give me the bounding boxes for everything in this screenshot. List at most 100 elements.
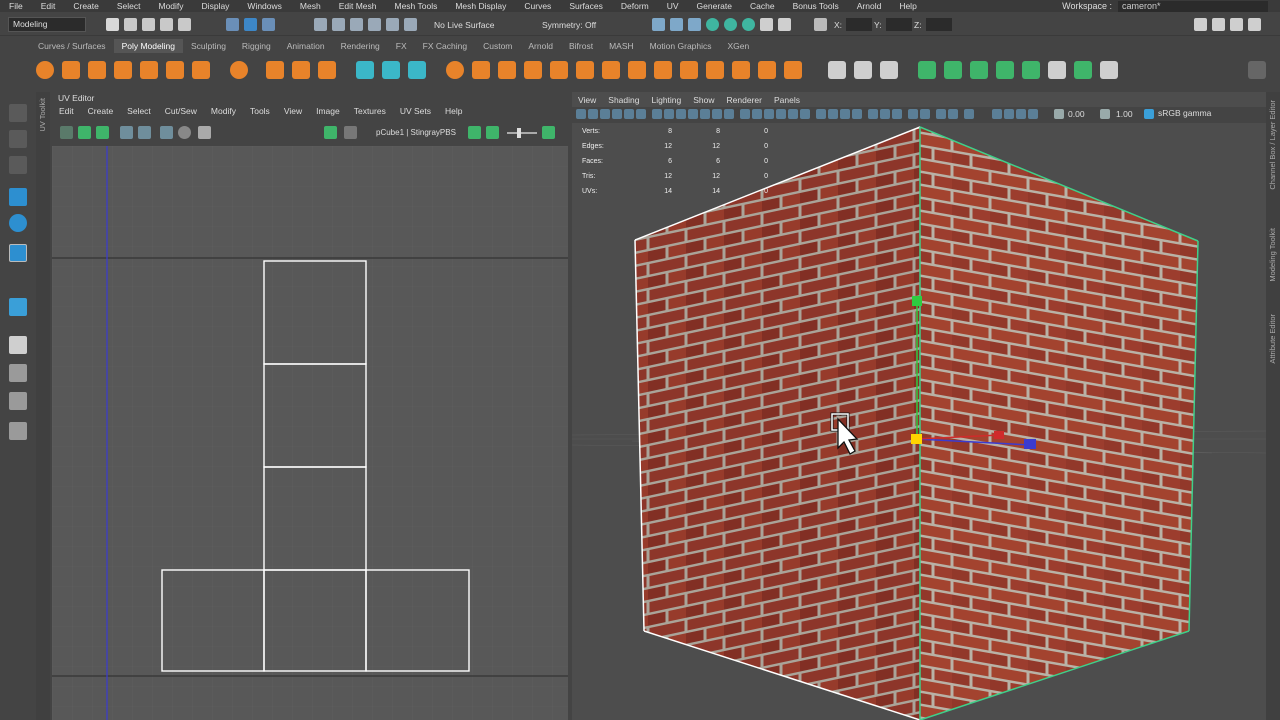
uv-sew-icon[interactable] [1074,61,1092,79]
uv-filter-icon[interactable] [486,126,499,139]
snap-grid-icon[interactable] [314,18,327,31]
menu-deform[interactable]: Deform [612,0,658,12]
uv-menu-image[interactable]: Image [309,105,347,118]
menu-mesh[interactable]: Mesh [291,0,330,12]
uv-border-icon[interactable] [138,126,151,139]
uv-menu-modify[interactable]: Modify [204,105,243,118]
paint-select-icon[interactable] [9,156,27,174]
snap-curve-icon[interactable] [332,18,345,31]
exposure-icon[interactable] [1054,109,1064,119]
move-tool-icon[interactable] [9,188,27,206]
wireframe-icon[interactable] [740,109,750,119]
snap-vertex-icon[interactable] [404,18,417,31]
poly-disc-icon[interactable] [192,61,210,79]
color-management-icon[interactable] [1144,109,1154,119]
undo-icon[interactable] [160,18,173,31]
menu-select[interactable]: Select [108,0,150,12]
resolution-gate-icon[interactable] [676,109,686,119]
scale-tool-icon[interactable] [9,244,27,262]
x-coord-field[interactable] [846,18,872,31]
menu-mesh-tools[interactable]: Mesh Tools [386,0,447,12]
uv-menu-view[interactable]: View [277,105,309,118]
uv-menu-textures[interactable]: Textures [347,105,393,118]
uv-menu-uv-sets[interactable]: UV Sets [393,105,438,118]
multi-cut-icon[interactable] [828,61,846,79]
uv-image-ratio-icon[interactable] [468,126,481,139]
menu-edit-mesh[interactable]: Edit Mesh [330,0,386,12]
triangulate-icon[interactable] [732,61,750,79]
single-perspective-icon[interactable] [9,336,27,354]
anti-aliasing-icon[interactable] [840,109,850,119]
menu-bonus-tools[interactable]: Bonus Tools [784,0,848,12]
poly-sphere-icon[interactable] [36,61,54,79]
fill-hole-icon[interactable] [602,61,620,79]
film-gate-icon[interactable] [664,109,674,119]
bookmark-icon[interactable] [600,109,610,119]
tab-rigging[interactable]: Rigging [234,39,279,53]
menu-uv[interactable]: UV [658,0,688,12]
uv-spherical-icon[interactable] [970,61,988,79]
uv-menu-edit[interactable]: Edit [52,105,81,118]
select-component-icon[interactable] [262,18,275,31]
combine-icon[interactable] [356,61,374,79]
tab-bifrost[interactable]: Bifrost [561,39,601,53]
safe-action-icon[interactable] [712,109,722,119]
tool-settings-icon[interactable] [1230,18,1243,31]
uv-menu-cut-sew[interactable]: Cut/Sew [158,105,204,118]
xray-icon[interactable] [880,109,890,119]
uv-distortion-icon[interactable] [96,126,109,139]
transform-mode-icon[interactable] [814,18,827,31]
camera-attributes-icon[interactable] [588,109,598,119]
high-quality-icon[interactable] [964,109,974,119]
y-coord-field[interactable] [886,18,912,31]
weld-icon[interactable] [706,61,724,79]
menu-curves[interactable]: Curves [515,0,560,12]
uv-editor-icon[interactable] [1048,61,1066,79]
backface-culling-icon[interactable] [908,109,918,119]
viewport-menu-renderer[interactable]: Renderer [721,93,768,107]
snap-view-icon[interactable] [368,18,381,31]
bevel-icon-2[interactable] [550,61,568,79]
collapse-icon[interactable] [654,61,672,79]
gamma-icon[interactable] [936,109,946,119]
two-d-pan-icon[interactable] [624,109,634,119]
rotate-tool-icon[interactable] [9,214,27,232]
attribute-editor-icon[interactable] [1212,18,1225,31]
menu-file[interactable]: File [0,0,32,12]
save-scene-icon[interactable] [142,18,155,31]
uv-menu-help[interactable]: Help [438,105,469,118]
tab-arnold[interactable]: Arnold [520,39,561,53]
uv-menu-select[interactable]: Select [120,105,158,118]
uv-unfold-icon[interactable] [1100,61,1118,79]
menu-cache[interactable]: Cache [741,0,784,12]
z-coord-field[interactable] [926,18,952,31]
smooth-icon[interactable] [408,61,426,79]
render-view-icon[interactable] [742,18,755,31]
uv-dim-image-icon[interactable] [344,126,357,139]
uv-toolkit-strip[interactable]: UV Toolkit [36,92,50,720]
svg-tool-icon[interactable] [318,61,336,79]
uv-texture-icon[interactable] [324,126,337,139]
tab-fx-caching[interactable]: FX Caching [415,39,475,53]
gamma-value[interactable]: 1.00 [1116,109,1133,119]
merge-icon[interactable] [680,61,698,79]
lasso-tool-icon[interactable] [9,130,27,148]
field-chart-icon[interactable] [700,109,710,119]
grid-toggle-icon[interactable] [652,109,662,119]
mirror-icon[interactable] [784,61,802,79]
gamma-value-icon[interactable] [1100,109,1110,119]
exposure-value[interactable]: 0.00 [1068,109,1085,119]
four-view-icon[interactable] [9,364,27,382]
render-frame-icon[interactable] [652,18,665,31]
open-scene-icon[interactable] [124,18,137,31]
menu-set-dropdown[interactable]: Modeling [8,17,86,32]
workspace-dropdown[interactable]: cameron* [1118,0,1268,12]
lights-icon[interactable] [788,109,798,119]
menu-windows[interactable]: Windows [238,0,290,12]
color-space-dropdown[interactable]: sRGB gamma [1158,108,1211,118]
field-chart-2-icon[interactable] [1028,109,1038,119]
viewport-menu-view[interactable]: View [572,93,602,107]
menu-mesh-display[interactable]: Mesh Display [446,0,515,12]
extrude-icon[interactable] [472,61,490,79]
shadows-icon[interactable] [800,109,810,119]
